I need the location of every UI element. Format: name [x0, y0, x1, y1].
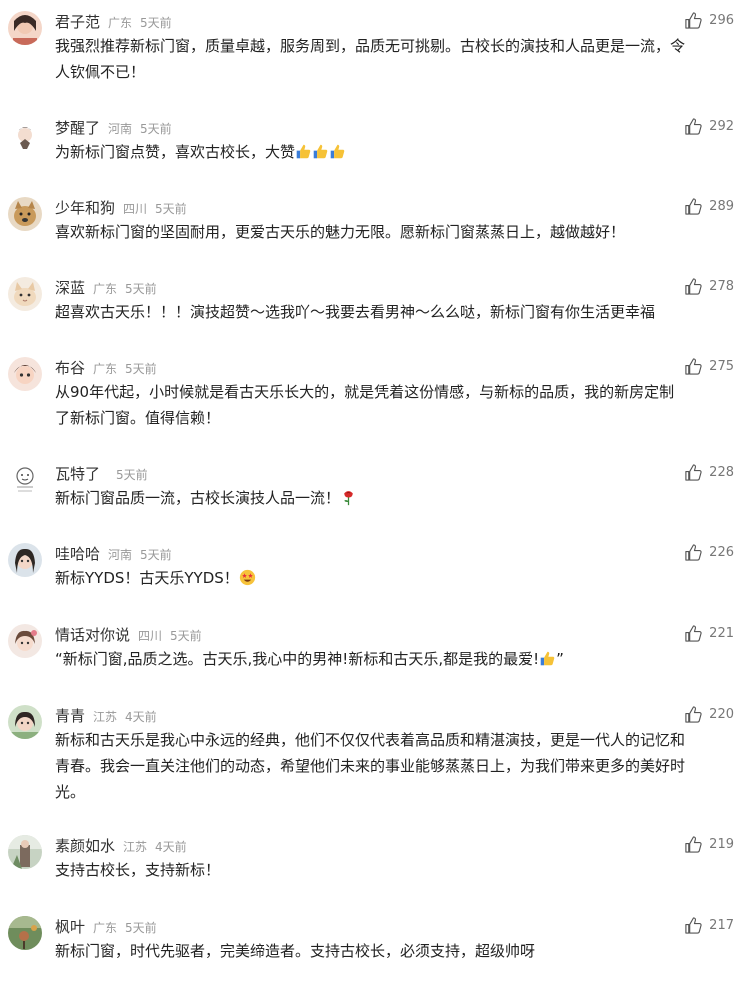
thumbs-up-icon [685, 12, 702, 29]
like-button[interactable]: 219 [684, 835, 734, 854]
user-location: 广东 [93, 921, 118, 935]
user-location: 江苏 [93, 710, 118, 724]
comment-time: 5天前 [125, 362, 157, 376]
like-count: 226 [709, 545, 734, 560]
user-name[interactable]: 情话对你说 [55, 624, 130, 645]
thumbs-up-icon [685, 706, 702, 723]
thumbs-up-icon [685, 358, 702, 375]
avatar[interactable] [8, 197, 42, 231]
comment-time: 5天前 [140, 16, 172, 30]
user-name[interactable]: 青青 [55, 705, 85, 726]
comment-time: 4天前 [125, 710, 157, 724]
avatar[interactable] [8, 624, 42, 658]
like-button[interactable]: 221 [684, 624, 734, 643]
like-button[interactable]: 217 [684, 916, 734, 935]
user-name[interactable]: 君子范 [55, 11, 100, 32]
thumbs-up-emoji-icon [330, 144, 345, 159]
user-name[interactable]: 梦醒了 [55, 117, 100, 138]
user-location: 广东 [93, 282, 118, 296]
user-location: 江苏 [123, 840, 148, 854]
comment-text: 从90年代起，小时候就是看古天乐长大的，就是凭着这份情感，与新标的品质，我的新房… [55, 383, 675, 427]
comment-time: 5天前 [140, 122, 172, 136]
comment-time: 5天前 [155, 202, 187, 216]
comment-text-body: 为新标门窗点赞，喜欢古校长，大赞 [55, 143, 296, 161]
thumbs-up-emoji-icon [540, 651, 555, 666]
like-button[interactable]: 289 [684, 197, 734, 216]
thumbs-up-emoji-icon [296, 144, 311, 159]
user-location: 四川 [123, 202, 148, 216]
avatar[interactable] [8, 11, 42, 45]
user-location: 四川 [138, 629, 163, 643]
user-name[interactable]: 深蓝 [55, 277, 85, 298]
avatar[interactable] [8, 463, 42, 497]
user-name[interactable]: 素颜如水 [55, 835, 115, 856]
thumbs-up-icon [685, 917, 702, 934]
comment-time: 5天前 [116, 468, 148, 482]
comment-text: 喜欢新标门窗的坚固耐用，更爱古天乐的魅力无限。愿新标门窗蒸蒸日上，越做越好！ [55, 223, 626, 241]
closing-quote: ” [556, 650, 564, 668]
like-button[interactable]: 292 [684, 117, 734, 136]
comment-time: 5天前 [125, 921, 157, 935]
thumbs-up-emoji-group [295, 143, 346, 161]
comment-text: 为新标门窗点赞，喜欢古校长，大赞 [55, 139, 735, 165]
comment-time: 4天前 [155, 840, 187, 854]
avatar[interactable] [8, 357, 42, 391]
like-button[interactable]: 278 [684, 277, 734, 296]
like-count: 292 [709, 119, 734, 134]
like-count: 217 [709, 918, 734, 933]
comment-text: 新标门窗品质一流，古校长演技人品一流！ [55, 485, 735, 511]
user-name[interactable]: 瓦特了 [55, 463, 100, 484]
comment-text: 支持古校长，支持新标！ [55, 861, 221, 879]
user-location: 广东 [108, 16, 133, 30]
user-name[interactable]: 哇哈哈 [55, 543, 100, 564]
like-count: 219 [709, 837, 734, 852]
like-button[interactable]: 220 [684, 705, 734, 724]
comment-text-body: “新标门窗,品质之选。古天乐,我心中的男神!新标和古天乐,都是我的最爱! [55, 650, 540, 668]
like-count: 289 [709, 199, 734, 214]
user-name[interactable]: 少年和狗 [55, 197, 115, 218]
user-location: 河南 [108, 122, 133, 136]
thumbs-up-emoji-icon [313, 144, 328, 159]
comment-time: 5天前 [125, 282, 157, 296]
comment-text: 新标YYDS！古天乐YYDS！ [55, 565, 735, 591]
comment-time: 5天前 [140, 548, 172, 562]
avatar[interactable] [8, 916, 42, 950]
thumbs-up-icon [685, 625, 702, 642]
rose-emoji-icon [344, 491, 353, 506]
like-button[interactable]: 226 [684, 543, 734, 562]
comment-time: 5天前 [170, 629, 202, 643]
thumbs-up-icon [685, 118, 702, 135]
like-button[interactable]: 296 [684, 11, 734, 30]
thumbs-up-icon [685, 198, 702, 215]
avatar[interactable] [8, 117, 42, 151]
avatar[interactable] [8, 835, 42, 869]
like-count: 275 [709, 359, 734, 374]
user-name[interactable]: 枫叶 [55, 916, 85, 937]
like-count: 220 [709, 707, 734, 722]
like-count: 221 [709, 626, 734, 641]
thumbs-up-icon [685, 544, 702, 561]
user-location: 广东 [93, 362, 118, 376]
like-count: 278 [709, 279, 734, 294]
user-name[interactable]: 布谷 [55, 357, 85, 378]
avatar[interactable] [8, 705, 42, 739]
comment-text-body: 新标门窗品质一流，古校长演技人品一流！ [55, 489, 341, 507]
avatar[interactable] [8, 543, 42, 577]
star-struck-emoji-icon [239, 569, 255, 586]
like-count: 228 [709, 465, 734, 480]
avatar[interactable] [8, 277, 42, 311]
comment-text: 新标和古天乐是我心中永远的经典，他们不仅仅代表着高品质和精湛演技，更是一代人的记… [55, 731, 686, 801]
user-location: 河南 [108, 548, 133, 562]
thumbs-up-icon [685, 836, 702, 853]
comment-text: 新标门窗，时代先驱者，完美缔造者。支持古校长，必须支持，超级帅呀 [55, 942, 536, 960]
thumbs-up-icon [685, 464, 702, 481]
comment-text: “新标门窗,品质之选。古天乐,我心中的男神!新标和古天乐,都是我的最爱! ” [55, 646, 735, 672]
like-count: 296 [709, 13, 734, 28]
comment-text: 超喜欢古天乐！！！演技超赞～选我吖～我要去看男神～么么哒，新标门窗有你生活更幸福 [55, 303, 656, 321]
like-button[interactable]: 228 [684, 463, 734, 482]
comment-text-body: 新标YYDS！古天乐YYDS！ [55, 569, 239, 587]
thumbs-up-icon [685, 278, 702, 295]
comment-text: 我强烈推荐新标门窗，质量卓越，服务周到，品质无可挑剔。古校长的演技和人品更是一流… [55, 37, 686, 81]
like-button[interactable]: 275 [684, 357, 734, 376]
